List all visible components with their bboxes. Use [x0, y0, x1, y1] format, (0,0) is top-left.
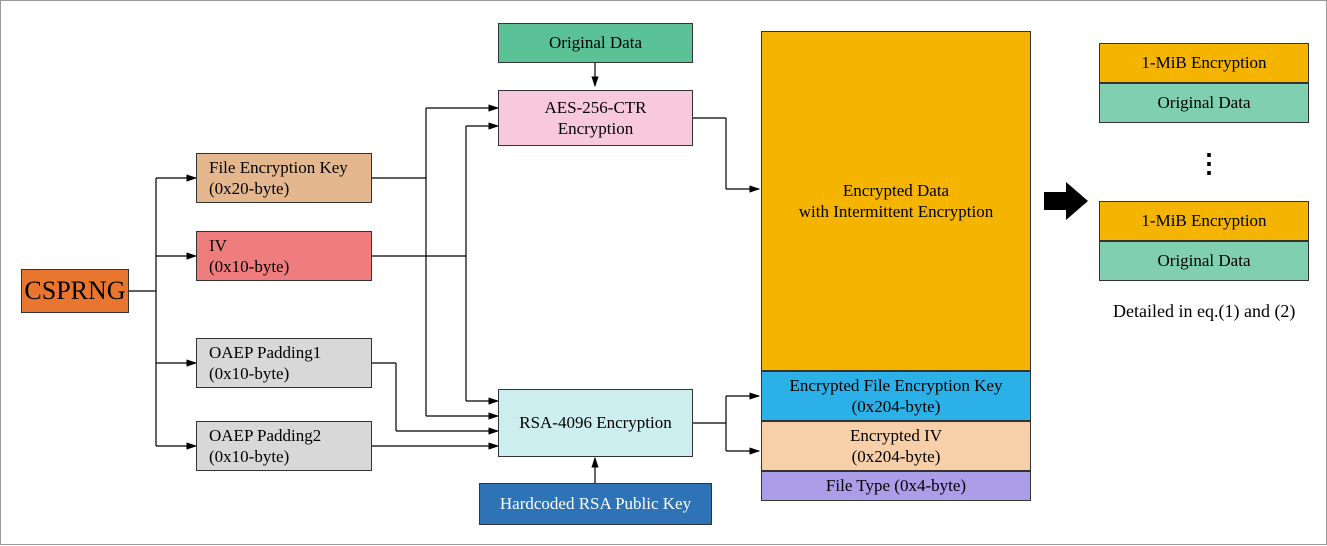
enc-iv-l1: Encrypted IV [850, 426, 942, 445]
detail-orig-top-label: Original Data [1158, 92, 1251, 113]
original-data-label: Original Data [549, 32, 642, 53]
csprng-node: CSPRNG [21, 269, 129, 313]
oaep1-l1: OAEP Padding1 [209, 343, 321, 362]
detail-orig-bottom-label: Original Data [1158, 250, 1251, 271]
encrypted-iv-block: Encrypted IV (0x204-byte) [761, 421, 1031, 471]
enc-data-l1: Encrypted Data [843, 181, 949, 200]
aes-node: AES-256-CTR Encryption [498, 90, 693, 146]
aes-l2: Encryption [558, 119, 634, 138]
vertical-dots-icon: ⋮ [1196, 149, 1222, 179]
rsa-node: RSA-4096 Encryption [498, 389, 693, 457]
file-key-l2: (0x20-byte) [209, 179, 289, 198]
oaep2-l2: (0x10-byte) [209, 447, 289, 466]
enc-key-l1: Encrypted File Encryption Key [790, 376, 1003, 395]
detail-block-1mib-bottom: 1-MiB Encryption [1099, 201, 1309, 241]
rsa-pubkey-node: Hardcoded RSA Public Key [479, 483, 712, 525]
detail-block-orig-top: Original Data [1099, 83, 1309, 123]
detail-1mib-bottom-label: 1-MiB Encryption [1141, 210, 1266, 231]
oaep1-l2: (0x10-byte) [209, 364, 289, 383]
aes-l1: AES-256-CTR [545, 98, 647, 117]
original-data-node: Original Data [498, 23, 693, 63]
iv-node: IV (0x10-byte) [196, 231, 372, 281]
iv-l1: IV [209, 236, 227, 255]
oaep2-l1: OAEP Padding2 [209, 426, 321, 445]
rsa-pubkey-label: Hardcoded RSA Public Key [500, 493, 691, 514]
detail-block-orig-bottom: Original Data [1099, 241, 1309, 281]
enc-data-l2: with Intermittent Encryption [799, 202, 994, 221]
encrypted-data-block: Encrypted Data with Intermittent Encrypt… [761, 31, 1031, 371]
oaep2-node: OAEP Padding2 (0x10-byte) [196, 421, 372, 471]
oaep1-node: OAEP Padding1 (0x10-byte) [196, 338, 372, 388]
rsa-label: RSA-4096 Encryption [519, 412, 672, 433]
detail-block-1mib-top: 1-MiB Encryption [1099, 43, 1309, 83]
iv-l2: (0x10-byte) [209, 257, 289, 276]
encrypted-key-block: Encrypted File Encryption Key (0x204-byt… [761, 371, 1031, 421]
big-arrow-icon [1041, 179, 1091, 228]
file-type-label: File Type (0x4-byte) [826, 475, 966, 496]
file-key-l1: File Encryption Key [209, 158, 348, 177]
file-type-block: File Type (0x4-byte) [761, 471, 1031, 501]
enc-key-l2: (0x204-byte) [852, 397, 941, 416]
enc-iv-l2: (0x204-byte) [852, 447, 941, 466]
detail-caption: Detailed in eq.(1) and (2) [1113, 301, 1295, 322]
csprng-label: CSPRNG [24, 275, 125, 308]
diagram-canvas: CSPRNG File Encryption Key (0x20-byte) I… [0, 0, 1327, 545]
detail-1mib-top-label: 1-MiB Encryption [1141, 52, 1266, 73]
file-encryption-key-node: File Encryption Key (0x20-byte) [196, 153, 372, 203]
